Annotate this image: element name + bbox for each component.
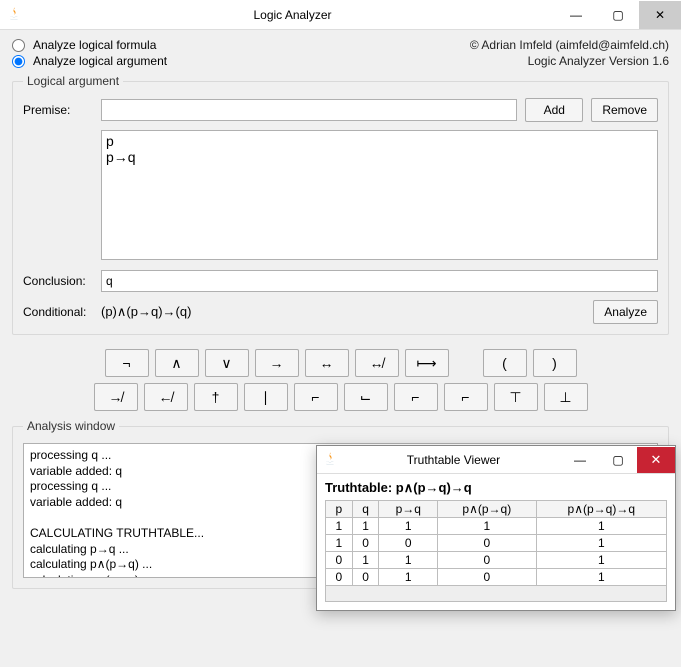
truth-cell: 1 bbox=[536, 518, 666, 535]
symbol-r2-5[interactable]: ⌙ bbox=[344, 383, 388, 411]
symbol-buttons: ¬∧∨→↔↮⟼ ( ) ↛↚†∣⌐⌙⌐⌐⊤⊥ bbox=[12, 349, 669, 411]
symbol-∧[interactable]: ∧ bbox=[155, 349, 199, 377]
symbol-r2-3[interactable]: ∣ bbox=[244, 383, 288, 411]
truthtable-titlebar[interactable]: Truthtable Viewer — ▢ ✕ bbox=[317, 446, 675, 474]
truth-row: 11111 bbox=[326, 518, 667, 535]
truth-row: 00101 bbox=[326, 569, 667, 586]
truth-col-header: q bbox=[352, 501, 379, 518]
premise-item[interactable]: p→q bbox=[106, 149, 653, 165]
truthtable-maximize[interactable]: ▢ bbox=[599, 447, 637, 473]
java-icon bbox=[6, 7, 22, 23]
truth-cell: 1 bbox=[536, 569, 666, 586]
truth-col-header: p bbox=[326, 501, 353, 518]
truth-cell: 1 bbox=[352, 552, 379, 569]
symbol-↮[interactable]: ↮ bbox=[355, 349, 399, 377]
truth-cell: 0 bbox=[326, 569, 353, 586]
truth-cell: 0 bbox=[326, 552, 353, 569]
symbol-r2-8[interactable]: ⊤ bbox=[494, 383, 538, 411]
premise-list[interactable]: pp→q bbox=[101, 130, 658, 260]
window-close[interactable]: ✕ bbox=[639, 1, 681, 29]
main-titlebar: Logic Analyzer — ▢ ✕ bbox=[0, 0, 681, 30]
premise-input[interactable] bbox=[101, 99, 517, 121]
truth-cell: 1 bbox=[379, 569, 438, 586]
truthtable-window: Truthtable Viewer — ▢ ✕ Truthtable: p∧(p… bbox=[316, 445, 676, 611]
truthtable-title: Truthtable Viewer bbox=[346, 453, 561, 467]
truth-cell: 1 bbox=[326, 535, 353, 552]
truth-table: pqp→qp∧(p→q)p∧(p→q)→q 111111000101101001… bbox=[325, 500, 667, 586]
copyright-text: © Adrian Imfeld (aimfeld@aimfeld.ch) bbox=[470, 38, 669, 52]
symbol-r2-0[interactable]: ↛ bbox=[94, 383, 138, 411]
conclusion-input[interactable] bbox=[101, 270, 658, 292]
symbol-lparen[interactable]: ( bbox=[483, 349, 527, 377]
truth-cell: 1 bbox=[379, 518, 438, 535]
symbol-¬[interactable]: ¬ bbox=[105, 349, 149, 377]
conditional-label: Conditional: bbox=[23, 305, 93, 319]
window-title: Logic Analyzer bbox=[30, 8, 555, 22]
analysis-legend: Analysis window bbox=[23, 419, 119, 433]
conclusion-label: Conclusion: bbox=[23, 274, 93, 288]
truth-row: 10001 bbox=[326, 535, 667, 552]
truthtable-header-formula: p∧(p→q)→q bbox=[396, 480, 472, 495]
symbol-r2-9[interactable]: ⊥ bbox=[544, 383, 588, 411]
radio-analyze-formula[interactable]: Analyze logical formula bbox=[12, 38, 167, 52]
logical-argument-legend: Logical argument bbox=[23, 74, 123, 88]
truth-cell: 1 bbox=[379, 552, 438, 569]
radio-formula-input[interactable] bbox=[12, 39, 25, 52]
symbol-r2-1[interactable]: ↚ bbox=[144, 383, 188, 411]
truth-col-header: p∧(p→q) bbox=[438, 501, 537, 518]
truth-cell: 1 bbox=[536, 535, 666, 552]
radio-argument-label: Analyze logical argument bbox=[33, 54, 167, 68]
symbol-∨[interactable]: ∨ bbox=[205, 349, 249, 377]
window-minimize[interactable]: — bbox=[555, 1, 597, 29]
symbol-r2-4[interactable]: ⌐ bbox=[294, 383, 338, 411]
truthtable-header-prefix: Truthtable: bbox=[325, 480, 396, 495]
add-button[interactable]: Add bbox=[525, 98, 583, 122]
symbol-⟼[interactable]: ⟼ bbox=[405, 349, 449, 377]
truth-cell: 1 bbox=[536, 552, 666, 569]
truth-cell: 0 bbox=[352, 569, 379, 586]
truth-col-header: p→q bbox=[379, 501, 438, 518]
radio-analyze-argument[interactable]: Analyze logical argument bbox=[12, 54, 167, 68]
truthtable-footer bbox=[325, 586, 667, 602]
symbol-r2-6[interactable]: ⌐ bbox=[394, 383, 438, 411]
truth-col-header: p∧(p→q)→q bbox=[536, 501, 666, 518]
truth-cell: 0 bbox=[379, 535, 438, 552]
truth-cell: 0 bbox=[438, 535, 537, 552]
remove-button[interactable]: Remove bbox=[591, 98, 658, 122]
symbol-r2-2[interactable]: † bbox=[194, 383, 238, 411]
symbol-↔[interactable]: ↔ bbox=[305, 349, 349, 377]
truth-cell: 1 bbox=[438, 518, 537, 535]
window-maximize[interactable]: ▢ bbox=[597, 1, 639, 29]
analyze-button[interactable]: Analyze bbox=[593, 300, 658, 324]
conditional-text: (p)∧(p→q)→(q) bbox=[101, 304, 585, 320]
java-icon bbox=[322, 452, 338, 468]
premise-label: Premise: bbox=[23, 103, 93, 117]
truthtable-header: Truthtable: p∧(p→q)→q bbox=[325, 480, 667, 496]
truth-cell: 0 bbox=[352, 535, 379, 552]
logical-argument-panel: Logical argument Premise: Add Remove pp→… bbox=[12, 74, 669, 335]
premise-item[interactable]: p bbox=[106, 133, 653, 149]
radio-argument-input[interactable] bbox=[12, 55, 25, 68]
truthtable-close[interactable]: ✕ bbox=[637, 447, 675, 473]
truth-cell: 0 bbox=[438, 552, 537, 569]
truthtable-minimize[interactable]: — bbox=[561, 447, 599, 473]
symbol-rparen[interactable]: ) bbox=[533, 349, 577, 377]
symbol-→[interactable]: → bbox=[255, 349, 299, 377]
window-controls: — ▢ ✕ bbox=[555, 1, 681, 29]
version-text: Logic Analyzer Version 1.6 bbox=[470, 54, 669, 68]
symbol-r2-7[interactable]: ⌐ bbox=[444, 383, 488, 411]
truth-cell: 1 bbox=[326, 518, 353, 535]
truth-cell: 0 bbox=[438, 569, 537, 586]
radio-formula-label: Analyze logical formula bbox=[33, 38, 156, 52]
truth-row: 01101 bbox=[326, 552, 667, 569]
truth-cell: 1 bbox=[352, 518, 379, 535]
